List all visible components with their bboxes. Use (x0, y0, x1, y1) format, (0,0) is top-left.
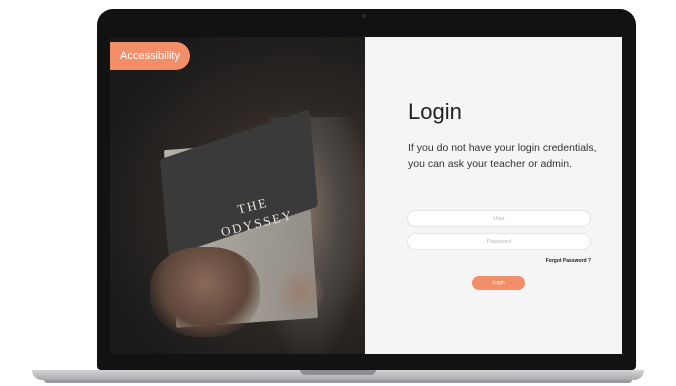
login-description: If you do not have your login credential… (408, 142, 597, 170)
laptop-camera (362, 14, 366, 18)
accessibility-button[interactable]: Accessibility (110, 42, 190, 70)
laptop-opening-notch (300, 370, 376, 375)
password-input[interactable] (408, 234, 590, 249)
reader-hand-second (278, 267, 324, 317)
laptop-base-lip (44, 380, 632, 383)
laptop-screen: THE ODYSSEY Accessibility Login If you d… (110, 37, 622, 354)
login-title: Login (408, 99, 462, 124)
login-panel: Login If you do not have your login cred… (365, 37, 622, 354)
user-input[interactable] (408, 211, 590, 226)
login-button[interactable]: Login (472, 276, 525, 290)
reader-hand (150, 247, 260, 337)
hero-photo: THE ODYSSEY (110, 37, 365, 354)
forgot-password-link[interactable]: Forgot Password ? (546, 258, 591, 264)
